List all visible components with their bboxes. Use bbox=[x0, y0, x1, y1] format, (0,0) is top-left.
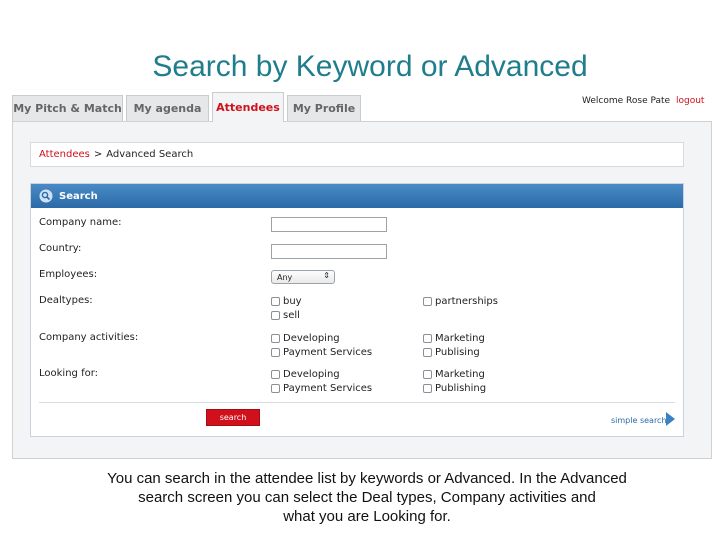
dealtypes-label: Dealtypes: bbox=[39, 295, 93, 306]
checkbox-label: Developing bbox=[283, 333, 340, 344]
looking-for-label: Looking for: bbox=[39, 368, 99, 379]
checkbox-label: Payment Services bbox=[283, 383, 373, 394]
caption-line: You can search in the attendee list by k… bbox=[107, 470, 627, 487]
logout-link[interactable]: logout bbox=[676, 96, 704, 106]
breadcrumb-current: Advanced Search bbox=[106, 149, 194, 160]
app-window: My Pitch & Match My agenda Attendees My … bbox=[12, 92, 712, 460]
dealtype-sell-checkbox[interactable]: sell bbox=[271, 310, 300, 321]
magnifier-icon bbox=[39, 189, 53, 203]
country-input[interactable] bbox=[271, 244, 387, 259]
select-arrows-icon: ⇕ bbox=[323, 271, 330, 280]
checkbox-label: partnerships bbox=[435, 296, 498, 307]
caption-line: search screen you can select the Deal ty… bbox=[138, 489, 596, 506]
main-panel: Attendees > Advanced Search Search Compa… bbox=[12, 121, 712, 459]
tab-my-profile[interactable]: My Profile bbox=[287, 95, 361, 121]
checkbox-label: buy bbox=[283, 296, 302, 307]
checkbox-label: Marketing bbox=[435, 333, 485, 344]
looking-marketing-checkbox[interactable]: Marketing bbox=[423, 369, 485, 380]
search-header-label: Search bbox=[59, 190, 98, 202]
checkbox-label: sell bbox=[283, 310, 300, 321]
checkbox-label: Payment Services bbox=[283, 347, 373, 358]
looking-developing-checkbox[interactable]: Developing bbox=[271, 369, 340, 380]
advanced-search-form: Search Company name: Country: Employees:… bbox=[30, 183, 684, 437]
welcome-text: Welcome Rose Pate bbox=[582, 96, 671, 106]
dealtype-partnerships-checkbox[interactable]: partnerships bbox=[423, 296, 498, 307]
checkbox-box[interactable] bbox=[271, 297, 280, 306]
simple-search-link[interactable]: simple search bbox=[611, 416, 667, 425]
checkbox-box[interactable] bbox=[423, 384, 432, 393]
dealtype-buy-checkbox[interactable]: buy bbox=[271, 296, 302, 307]
checkbox-label: Publishing bbox=[435, 383, 487, 394]
activity-developing-checkbox[interactable]: Developing bbox=[271, 333, 340, 344]
slide-title: Search by Keyword or Advanced bbox=[152, 50, 588, 83]
tab-attendees[interactable]: Attendees bbox=[212, 92, 284, 122]
looking-payment-services-checkbox[interactable]: Payment Services bbox=[271, 383, 372, 394]
country-label: Country: bbox=[39, 243, 82, 254]
company-name-input[interactable] bbox=[271, 217, 387, 232]
slide-caption: You can search in the attendee list by k… bbox=[30, 469, 704, 526]
employees-selected-value: Any bbox=[277, 272, 293, 282]
caption-line: what you are Looking for. bbox=[283, 508, 451, 525]
search-button[interactable]: search bbox=[206, 409, 260, 426]
checkbox-box[interactable] bbox=[271, 348, 280, 357]
looking-publishing-checkbox[interactable]: Publishing bbox=[423, 383, 486, 394]
play-arrow-icon[interactable] bbox=[666, 411, 675, 430]
employees-select[interactable]: Any ⇕ bbox=[271, 270, 335, 284]
breadcrumb-separator: > bbox=[93, 149, 103, 160]
tab-my-agenda[interactable]: My agenda bbox=[126, 95, 209, 121]
checkbox-box[interactable] bbox=[423, 348, 432, 357]
company-name-label: Company name: bbox=[39, 217, 122, 228]
activity-payment-services-checkbox[interactable]: Payment Services bbox=[271, 347, 372, 358]
activity-marketing-checkbox[interactable]: Marketing bbox=[423, 333, 485, 344]
employees-label: Employees: bbox=[39, 269, 98, 280]
breadcrumb-attendees-link[interactable]: Attendees bbox=[39, 149, 90, 160]
activity-publising-checkbox[interactable]: Publising bbox=[423, 347, 480, 358]
checkbox-box[interactable] bbox=[423, 370, 432, 379]
search-header: Search bbox=[31, 184, 683, 208]
checkbox-box[interactable] bbox=[271, 370, 280, 379]
checkbox-box[interactable] bbox=[271, 334, 280, 343]
checkbox-box[interactable] bbox=[423, 297, 432, 306]
form-divider bbox=[39, 402, 675, 403]
checkbox-label: Publising bbox=[435, 347, 480, 358]
checkbox-box[interactable] bbox=[423, 334, 432, 343]
checkbox-label: Marketing bbox=[435, 369, 485, 380]
checkbox-box[interactable] bbox=[271, 311, 280, 320]
checkbox-label: Developing bbox=[283, 369, 340, 380]
company-activities-label: Company activities: bbox=[39, 332, 139, 343]
tab-my-pitch-match[interactable]: My Pitch & Match bbox=[12, 95, 123, 121]
breadcrumb: Attendees > Advanced Search bbox=[30, 142, 684, 167]
checkbox-box[interactable] bbox=[271, 384, 280, 393]
